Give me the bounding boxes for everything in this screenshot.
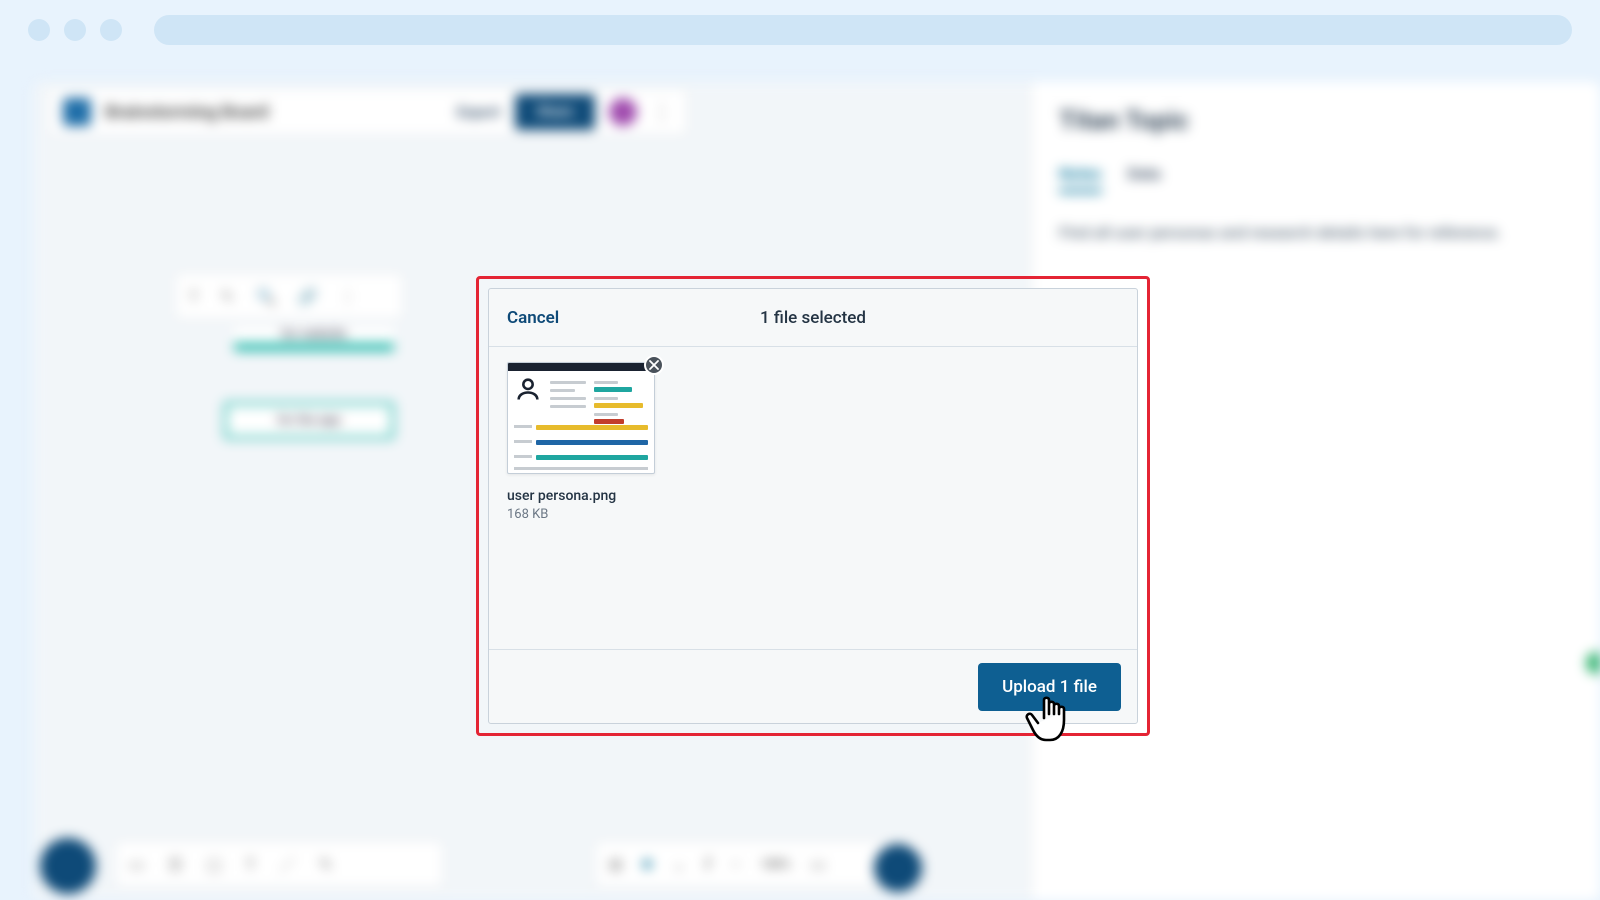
file-size: 168 KB — [507, 507, 657, 522]
tool-icon[interactable]: ⌄ — [672, 855, 685, 874]
tool-icon[interactable]: T — [246, 855, 256, 874]
tool-icon[interactable]: ■ — [642, 854, 652, 874]
upload-modal-highlight: Cancel 1 file selected — [476, 276, 1150, 736]
tool-icon[interactable]: ▭ — [810, 855, 825, 874]
tool-icon[interactable]: 100% — [761, 857, 791, 871]
tool-icon[interactable]: ✎ — [319, 855, 332, 874]
upload-button[interactable]: Upload 1 file — [978, 663, 1121, 711]
tool-icon[interactable]: ／ — [279, 852, 295, 876]
tool-icon[interactable]: 𝑰 — [705, 854, 710, 874]
link-tool-icon[interactable]: 🔗 — [298, 287, 318, 306]
chrome-urlbar — [154, 15, 1572, 45]
chrome-dot — [28, 19, 50, 41]
upload-modal: Cancel 1 file selected — [488, 288, 1138, 724]
panel-body-text: Find all user personas and research deta… — [1059, 223, 1572, 242]
panel-title: Titan Topic — [1059, 106, 1572, 136]
app-logo — [63, 98, 91, 126]
tool-icon[interactable]: ▢ — [206, 855, 221, 874]
more-icon[interactable]: ⋮ — [651, 100, 673, 125]
canvas-node[interactable]: for the app — [224, 402, 394, 439]
user-avatar[interactable] — [609, 98, 637, 126]
pen-tool-icon[interactable]: ✎ — [221, 287, 234, 306]
chrome-dot — [100, 19, 122, 41]
tab-notes[interactable]: Notes — [1059, 164, 1102, 193]
bottom-toolbar: ▭ ☰ ▢ T ／ ✎ — [114, 840, 444, 888]
file-name: user persona.png — [507, 488, 657, 504]
tab-data[interactable]: Data — [1128, 164, 1161, 193]
add-fab[interactable] — [40, 838, 96, 894]
chrome-dot — [64, 19, 86, 41]
user-icon — [514, 375, 542, 403]
canvas-node[interactable]: for website — [234, 327, 394, 351]
board-title: Brainstorming Board — [105, 102, 268, 123]
board-toolbar: Brainstorming Board Export Share ⋮ — [48, 88, 688, 136]
export-button[interactable]: Export — [457, 103, 501, 121]
share-button[interactable]: Share — [515, 94, 595, 130]
browser-chrome — [0, 0, 1600, 60]
tool-icon[interactable]: – — [730, 855, 741, 874]
tool-icon[interactable]: ▭ — [129, 855, 144, 874]
remove-file-button[interactable] — [644, 355, 664, 375]
more-icon[interactable]: ⋮ — [340, 287, 356, 306]
file-card: user persona.png 168 KB — [507, 362, 657, 522]
tool-icon[interactable]: ⊞ — [609, 855, 622, 874]
file-thumbnail — [507, 362, 655, 474]
modal-footer: Upload 1 file — [489, 649, 1137, 723]
selection-status: 1 file selected — [760, 308, 866, 328]
canvas-toolbar: T ✎ 🔍 🔗 ⋮ — [174, 272, 404, 320]
zoom-tool-icon[interactable]: 🔍 — [256, 287, 276, 306]
modal-body: user persona.png 168 KB — [489, 347, 1137, 649]
close-icon — [649, 360, 659, 370]
modal-header: Cancel 1 file selected — [489, 289, 1137, 347]
brush-fab[interactable] — [874, 844, 922, 892]
cancel-button[interactable]: Cancel — [507, 308, 559, 328]
text-tool-icon[interactable]: T — [189, 287, 199, 306]
tool-icon[interactable]: ☰ — [168, 855, 182, 874]
